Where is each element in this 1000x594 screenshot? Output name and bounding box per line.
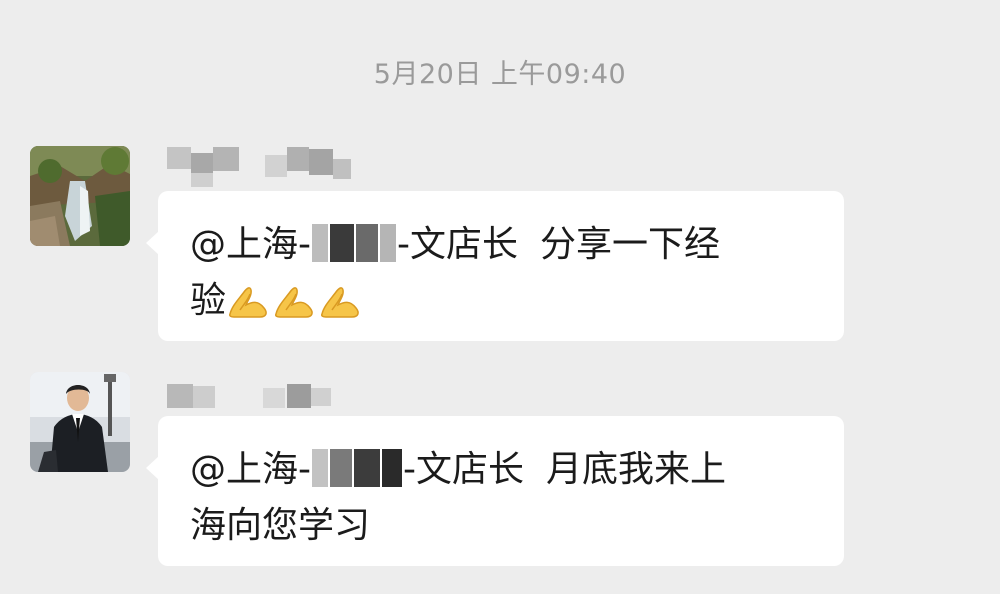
avatar[interactable] <box>30 372 130 472</box>
redacted-name <box>330 224 354 262</box>
message-text-continued: 验 <box>190 280 227 321</box>
mention-suffix: -文店长 <box>397 224 518 265</box>
redacted-name <box>312 449 328 487</box>
redacted-name <box>356 224 378 262</box>
message-bubble[interactable]: @上海- -文店长 分享一下经验 <box>146 191 844 341</box>
message-text-continued: 海向您学习 <box>190 505 371 546</box>
redacted-name <box>354 449 380 487</box>
mention-prefix: @上海- <box>190 224 311 265</box>
redacted-name <box>312 224 328 262</box>
folded-hands-emoji-icon <box>321 287 359 318</box>
chat-screen: 5月20日 上午09:40 @上海- -文店长 分享一下经 验 @上海- -文店… <box>0 0 1000 594</box>
sender-name-blurred <box>165 145 355 187</box>
message-bubble[interactable]: @上海- -文店长 月底我来上海向您学习 <box>146 416 844 566</box>
redacted-name <box>382 449 402 487</box>
redacted-name <box>330 449 352 487</box>
message-timestamp: 5月20日 上午09:40 <box>373 59 627 90</box>
folded-hands-emoji-icon <box>229 287 267 318</box>
mention-suffix: -文店长 <box>403 449 524 490</box>
man-in-suit-avatar-image <box>30 372 130 472</box>
folded-hands-emoji-icon <box>275 287 313 318</box>
redacted-name <box>380 224 396 262</box>
message-text: 分享一下经 <box>540 224 721 265</box>
mention-prefix: @上海- <box>190 449 311 490</box>
avatar[interactable] <box>30 146 130 246</box>
message-text: 月底我来上 <box>546 449 727 490</box>
landscape-waterfall-avatar-image <box>30 146 130 246</box>
sender-name-blurred <box>165 372 355 414</box>
